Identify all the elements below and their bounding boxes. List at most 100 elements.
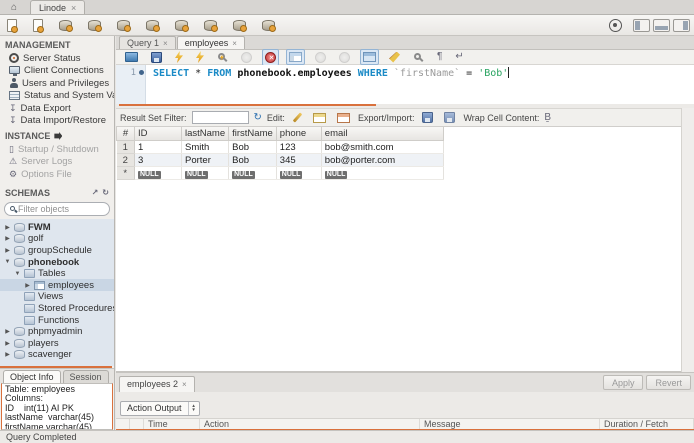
toggle-invisible-characters-icon[interactable]: ¶	[434, 49, 445, 65]
grid-cell[interactable]: 3	[134, 153, 182, 167]
grid-cell[interactable]: NULL	[228, 166, 277, 180]
refresh-results-icon[interactable]: ↻	[254, 112, 262, 123]
grid-cell[interactable]: NULL	[134, 166, 182, 180]
wrap-cell-content-icon[interactable]: Ḇ	[544, 112, 551, 123]
editor-splitter[interactable]	[119, 104, 376, 106]
find-icon[interactable]	[410, 49, 427, 66]
tree-item-phonebook[interactable]: ▼ phonebook	[0, 256, 114, 268]
result-filter-input[interactable]	[191, 111, 249, 124]
close-icon[interactable]: ×	[232, 39, 237, 48]
sidebar-item-data-export[interactable]: ↧ Data Export	[0, 102, 114, 115]
add-row-icon[interactable]	[310, 110, 329, 126]
close-icon[interactable]: ×	[163, 39, 168, 48]
execute-current-statement-icon[interactable]	[193, 48, 207, 66]
tree-item-scavenger[interactable]: ▶ scavenger	[0, 349, 114, 361]
grid-vertical-scrollbar[interactable]	[681, 108, 694, 372]
tree-item-golf[interactable]: ▶ golf	[0, 233, 114, 245]
grid-cell[interactable]: NULL	[321, 166, 444, 180]
edit-record-icon[interactable]	[290, 109, 305, 126]
reconnect-server-icon[interactable]	[259, 17, 278, 34]
grid-cell[interactable]: NULL	[276, 166, 322, 180]
grid-column-header-[interactable]: #	[116, 127, 135, 141]
query-tab-query-1[interactable]: Query 1 ×	[119, 36, 176, 49]
close-icon[interactable]: ×	[182, 380, 187, 389]
tree-item-views[interactable]: Views	[0, 291, 114, 303]
limit-rows-icon[interactable]	[286, 49, 305, 65]
grid-column-header-lastname[interactable]: lastName	[180, 127, 230, 141]
tree-item-fwm[interactable]: ▶ FWM	[0, 222, 114, 234]
open-sql-script-icon[interactable]	[30, 16, 46, 35]
grid-cell[interactable]: Smith	[181, 140, 230, 154]
search-database-icon[interactable]	[230, 17, 249, 34]
tree-item-phpmyadmin[interactable]: ▶ phpmyadmin	[0, 326, 114, 338]
toggle-right-panel-button[interactable]	[673, 18, 690, 32]
gear-icon[interactable]	[609, 18, 622, 32]
output-column-action[interactable]: Action	[200, 419, 420, 429]
grid-cell[interactable]: bob@porter.com	[321, 153, 444, 167]
schema-filter-input[interactable]	[18, 203, 88, 214]
sidebar-item-data-import-restore[interactable]: ↧ Data Import/Restore	[0, 115, 114, 128]
stop-icon[interactable]	[238, 49, 255, 66]
grid-cell[interactable]: bob@smith.com	[321, 140, 444, 154]
new-table-icon[interactable]	[114, 17, 133, 34]
tree-item-players[interactable]: ▶ players	[0, 337, 114, 349]
grid-cell[interactable]: 1	[134, 140, 182, 154]
rollback-icon[interactable]	[336, 49, 353, 66]
output-column-duration-fetch[interactable]: Duration / Fetch	[600, 419, 694, 429]
sidebar-item-users-and-privileges[interactable]: Users and Privileges	[0, 77, 114, 90]
apply-button[interactable]: Apply	[602, 375, 644, 390]
sql-editor[interactable]: 1 SELECT * FROM phonebook.employees WHER…	[116, 65, 694, 104]
output-column-message[interactable]: Message	[420, 419, 600, 429]
tree-item-stored-procedures[interactable]: Stored Procedures	[0, 303, 114, 315]
grid-cell[interactable]: Porter	[181, 153, 230, 167]
toggle-autocommit-icon[interactable]	[360, 49, 379, 65]
commit-icon[interactable]	[312, 49, 329, 66]
output-column-icon[interactable]	[130, 419, 144, 429]
expand-arrow-icon[interactable]: ▶	[4, 340, 11, 347]
tab-session[interactable]: Session	[62, 370, 109, 383]
expand-arrow-icon[interactable]: ▼	[4, 259, 11, 265]
home-icon[interactable]: ⌂	[4, 1, 24, 14]
row-header-cell[interactable]: *	[116, 166, 135, 180]
grid-cell[interactable]: Bob	[228, 140, 277, 154]
tree-item-employees[interactable]: ▶ employees	[0, 279, 114, 292]
grid-column-header-firstname[interactable]: firstName	[228, 127, 277, 141]
sidebar-item-server-logs[interactable]: ⚠ Server Logs	[0, 156, 114, 169]
sql-statement[interactable]: SELECT * FROM phonebook.employees WHERE …	[153, 67, 510, 79]
new-connection-icon[interactable]	[56, 17, 75, 34]
delete-row-icon[interactable]	[334, 110, 353, 126]
new-procedure-icon[interactable]	[172, 17, 191, 34]
grid-cell[interactable]: Bob	[228, 153, 277, 167]
revert-button[interactable]: Revert	[646, 375, 691, 390]
result-tab-employees-2[interactable]: employees 2 ×	[119, 375, 195, 392]
expand-arrow-icon[interactable]: ▶	[4, 224, 11, 231]
sidebar-item-server-status[interactable]: Server Status	[0, 52, 114, 65]
tree-item-tables[interactable]: ▼ Tables	[0, 268, 114, 280]
open-file-icon[interactable]	[122, 49, 141, 65]
expand-arrow-icon[interactable]: ▶	[4, 247, 11, 254]
export-recordset-icon[interactable]	[419, 109, 436, 126]
query-tab-employees[interactable]: employees ×	[176, 36, 245, 49]
close-icon[interactable]: ×	[71, 3, 76, 13]
toggle-bottom-panel-button[interactable]	[653, 18, 670, 32]
toggle-word-wrap-icon[interactable]: ↵	[452, 49, 466, 65]
expand-arrow-icon[interactable]: ▶	[4, 235, 11, 242]
output-column-time[interactable]: Time	[144, 419, 200, 429]
output-selector[interactable]: Action Output ▲ ▼	[120, 400, 200, 416]
tree-item-functions[interactable]: Functions	[0, 314, 114, 326]
beautify-sql-icon[interactable]	[386, 49, 403, 66]
sidebar-item-status-and-system-variables[interactable]: Status and System Variables	[0, 90, 114, 103]
row-header-cell[interactable]: 1	[116, 140, 135, 154]
grid-column-header-phone[interactable]: phone	[275, 127, 322, 141]
expand-arrow-icon[interactable]: ▶	[4, 351, 11, 358]
sidebar-item-client-connections[interactable]: Client Connections	[0, 65, 114, 78]
expand-schemas-icon[interactable]: ↗	[92, 188, 99, 197]
output-column-icon[interactable]	[116, 419, 130, 429]
grid-cell[interactable]: NULL	[181, 166, 230, 180]
new-function-icon[interactable]	[201, 17, 220, 34]
refresh-schemas-icon[interactable]: ↻	[102, 188, 109, 197]
row-header-cell[interactable]: 2	[116, 153, 135, 167]
toggle-left-panel-button[interactable]	[633, 18, 650, 32]
save-icon[interactable]	[148, 49, 165, 66]
explain-icon[interactable]	[214, 49, 231, 66]
